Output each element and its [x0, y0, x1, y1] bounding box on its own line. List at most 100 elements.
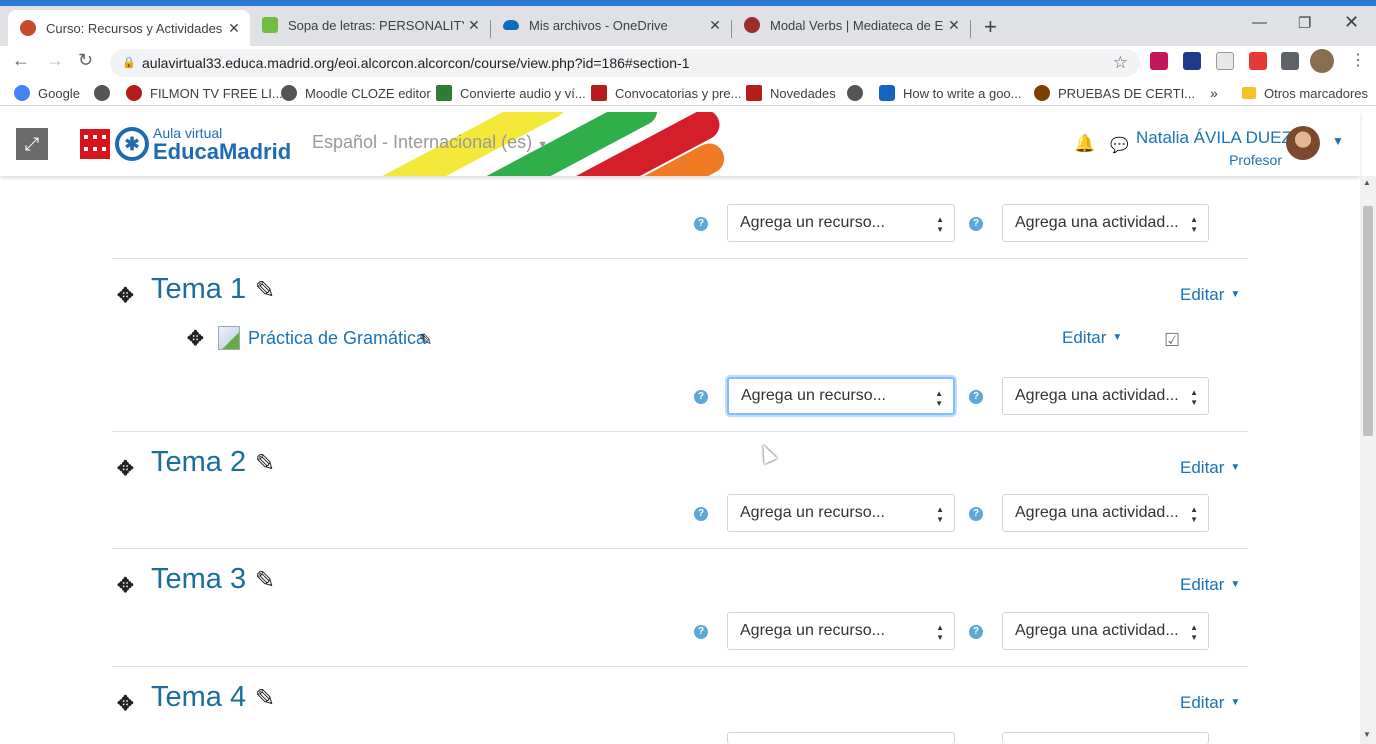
- bookmark-star-icon[interactable]: ☆: [1113, 49, 1128, 77]
- scroll-up-icon[interactable]: ▲: [1363, 178, 1371, 187]
- bookmark-google[interactable]: Google: [14, 83, 80, 103]
- expand-icon[interactable]: ⤢: [16, 128, 48, 160]
- bookmark-filmon[interactable]: FILMON TV FREE LI...: [126, 83, 283, 103]
- scroll-thumb[interactable]: [1363, 206, 1373, 436]
- address-bar-row: ← → ↻ 🔒 aulavirtual33.educa.madrid.org/e…: [0, 46, 1376, 80]
- close-tab-icon[interactable]: ✕: [944, 17, 964, 34]
- move-icon[interactable]: ✥: [117, 691, 134, 716]
- completion-checkbox-icon[interactable]: ☑: [1164, 330, 1180, 351]
- tab-modal-verbs[interactable]: Modal Verbs | Mediateca de Educ ✕: [732, 10, 970, 40]
- close-tab-icon[interactable]: ✕: [705, 17, 725, 34]
- add-activity-select[interactable]: Agrega una actividad... ▲ ▼: [1002, 204, 1209, 242]
- add-resource-select[interactable]: Agrega un recurso... ▲ ▼: [727, 612, 955, 650]
- help-icon[interactable]: ?: [969, 390, 983, 404]
- move-icon[interactable]: ✥: [187, 326, 204, 351]
- pencil-icon[interactable]: ✎: [255, 449, 275, 478]
- extensions-puzzle-icon[interactable]: [1281, 52, 1299, 70]
- add-resource-select[interactable]: Agrega un recurso... ▲ ▼: [727, 494, 955, 532]
- section-title-tema-2[interactable]: Tema 2: [151, 446, 246, 479]
- help-icon[interactable]: ?: [969, 217, 983, 231]
- add-resource-select[interactable]: Agrega un recurso... ▲ ▼: [727, 377, 955, 415]
- bookmark-novedades[interactable]: Novedades: [746, 83, 836, 103]
- add-activity-select-partial[interactable]: [1002, 732, 1209, 744]
- reload-icon[interactable]: ↻: [78, 50, 93, 71]
- restore-icon[interactable]: ❐: [1298, 14, 1311, 32]
- section-edit-menu[interactable]: Editar ▼: [1180, 285, 1240, 305]
- url-field[interactable]: 🔒 aulavirtual33.educa.madrid.org/eoi.alc…: [110, 49, 1140, 77]
- activity-edit-menu[interactable]: Editar ▼: [1062, 328, 1122, 348]
- help-icon[interactable]: ?: [694, 217, 708, 231]
- move-icon[interactable]: ✥: [117, 456, 134, 481]
- extension-pocket-icon[interactable]: [1150, 52, 1168, 70]
- help-icon[interactable]: ?: [694, 507, 708, 521]
- avatar[interactable]: [1286, 126, 1320, 160]
- section-edit-menu[interactable]: Editar ▼: [1180, 458, 1240, 478]
- activity-link[interactable]: Práctica de Gramática: [248, 328, 426, 349]
- other-bookmarks[interactable]: Otros marcadores: [1242, 83, 1368, 103]
- minimize-icon[interactable]: —: [1252, 14, 1267, 31]
- select-caret-icon: ▲ ▼: [935, 389, 943, 408]
- language-menu[interactable]: Español - Internacional (es) ▼: [312, 132, 548, 153]
- add-resource-select[interactable]: Agrega un recurso... ▲ ▼: [727, 204, 955, 242]
- close-tab-icon[interactable]: ✕: [224, 20, 244, 37]
- bell-icon[interactable]: 🔔: [1074, 134, 1095, 154]
- pencil-icon[interactable]: ✎: [255, 566, 275, 595]
- tab-onedrive[interactable]: Mis archivos - OneDrive ✕: [491, 10, 731, 40]
- move-icon[interactable]: ✥: [117, 283, 134, 308]
- pencil-icon[interactable]: ✎: [255, 684, 275, 713]
- add-resource-select-partial[interactable]: [727, 732, 955, 744]
- section-edit-menu[interactable]: Editar ▼: [1180, 693, 1240, 713]
- close-tab-icon[interactable]: ✕: [464, 17, 484, 34]
- tab-sopa[interactable]: Sopa de letras: PERSONALITY AD ✕: [250, 10, 490, 40]
- bookmark-pruebas[interactable]: PRUEBAS DE CERTI...: [1034, 83, 1195, 103]
- add-activity-select[interactable]: Agrega una actividad... ▲ ▼: [1002, 377, 1209, 415]
- bookmark-globe-2[interactable]: [847, 83, 871, 103]
- section-edit-menu[interactable]: Editar ▼: [1180, 575, 1240, 595]
- browser-menu-icon[interactable]: ⋮: [1350, 50, 1366, 70]
- user-menu-caret-icon[interactable]: ▼: [1332, 134, 1344, 148]
- bookmark-how-to-write[interactable]: How to write a goo...: [879, 83, 1022, 103]
- section-title-tema-3[interactable]: Tema 3: [151, 563, 246, 596]
- bookmarks-overflow-icon[interactable]: »: [1210, 83, 1218, 103]
- move-icon[interactable]: ✥: [117, 573, 134, 598]
- help-icon[interactable]: ?: [969, 507, 983, 521]
- tab-title: Curso: Recursos y Actividades: [46, 20, 223, 36]
- bookmark-moodle-cloze[interactable]: Moodle CLOZE editor: [281, 83, 431, 103]
- new-tab-icon[interactable]: +: [984, 14, 997, 40]
- section-divider: [112, 548, 1248, 549]
- caret-down-icon: ▼: [1230, 579, 1241, 590]
- bookmark-convierte[interactable]: Convierte audio y ví...: [436, 83, 586, 103]
- bookmark-globe[interactable]: [94, 83, 118, 103]
- pencil-icon[interactable]: ✎: [419, 330, 432, 350]
- help-icon[interactable]: ?: [969, 625, 983, 639]
- url-text: aulavirtual33.educa.madrid.org/eoi.alcor…: [142, 55, 690, 71]
- user-name[interactable]: Natalia ÁVILA DUEZ: [1136, 128, 1292, 148]
- chat-icon[interactable]: 💬: [1110, 136, 1129, 154]
- section-title-tema-1[interactable]: Tema 1: [151, 273, 246, 306]
- scroll-down-icon[interactable]: ▼: [1363, 730, 1371, 739]
- section-divider: [112, 431, 1248, 432]
- add-activity-select[interactable]: Agrega una actividad... ▲ ▼: [1002, 494, 1209, 532]
- tab-curso[interactable]: Curso: Recursos y Actividades ✕: [8, 10, 250, 46]
- extension-mendeley-icon[interactable]: [1183, 52, 1201, 70]
- extension-document-icon[interactable]: [1216, 52, 1234, 70]
- forward-arrow-icon[interactable]: →: [46, 50, 64, 71]
- onedrive-cloud-icon: [503, 20, 519, 30]
- pencil-icon[interactable]: ✎: [255, 276, 275, 305]
- help-icon[interactable]: ?: [694, 390, 708, 404]
- section-title-tema-4[interactable]: Tema 4: [151, 681, 246, 714]
- add-activity-select[interactable]: Agrega una actividad... ▲ ▼: [1002, 612, 1209, 650]
- select-caret-icon: ▲ ▼: [1190, 388, 1198, 407]
- select-caret-icon: ▲ ▼: [936, 215, 944, 234]
- globe-icon: [281, 85, 297, 101]
- google-icon: [14, 85, 30, 101]
- close-window-icon[interactable]: ✕: [1344, 12, 1359, 33]
- profile-avatar-icon[interactable]: [1310, 49, 1334, 73]
- page-scrollbar[interactable]: ▲ ▼: [1360, 176, 1376, 744]
- logo-title: EducaMadrid: [153, 139, 292, 164]
- bookmark-convocatorias[interactable]: Convocatorias y pre...: [591, 83, 741, 103]
- globe-icon: [847, 85, 863, 101]
- back-arrow-icon[interactable]: ←: [12, 50, 30, 71]
- extension-acrobat-icon[interactable]: [1249, 52, 1267, 70]
- help-icon[interactable]: ?: [694, 625, 708, 639]
